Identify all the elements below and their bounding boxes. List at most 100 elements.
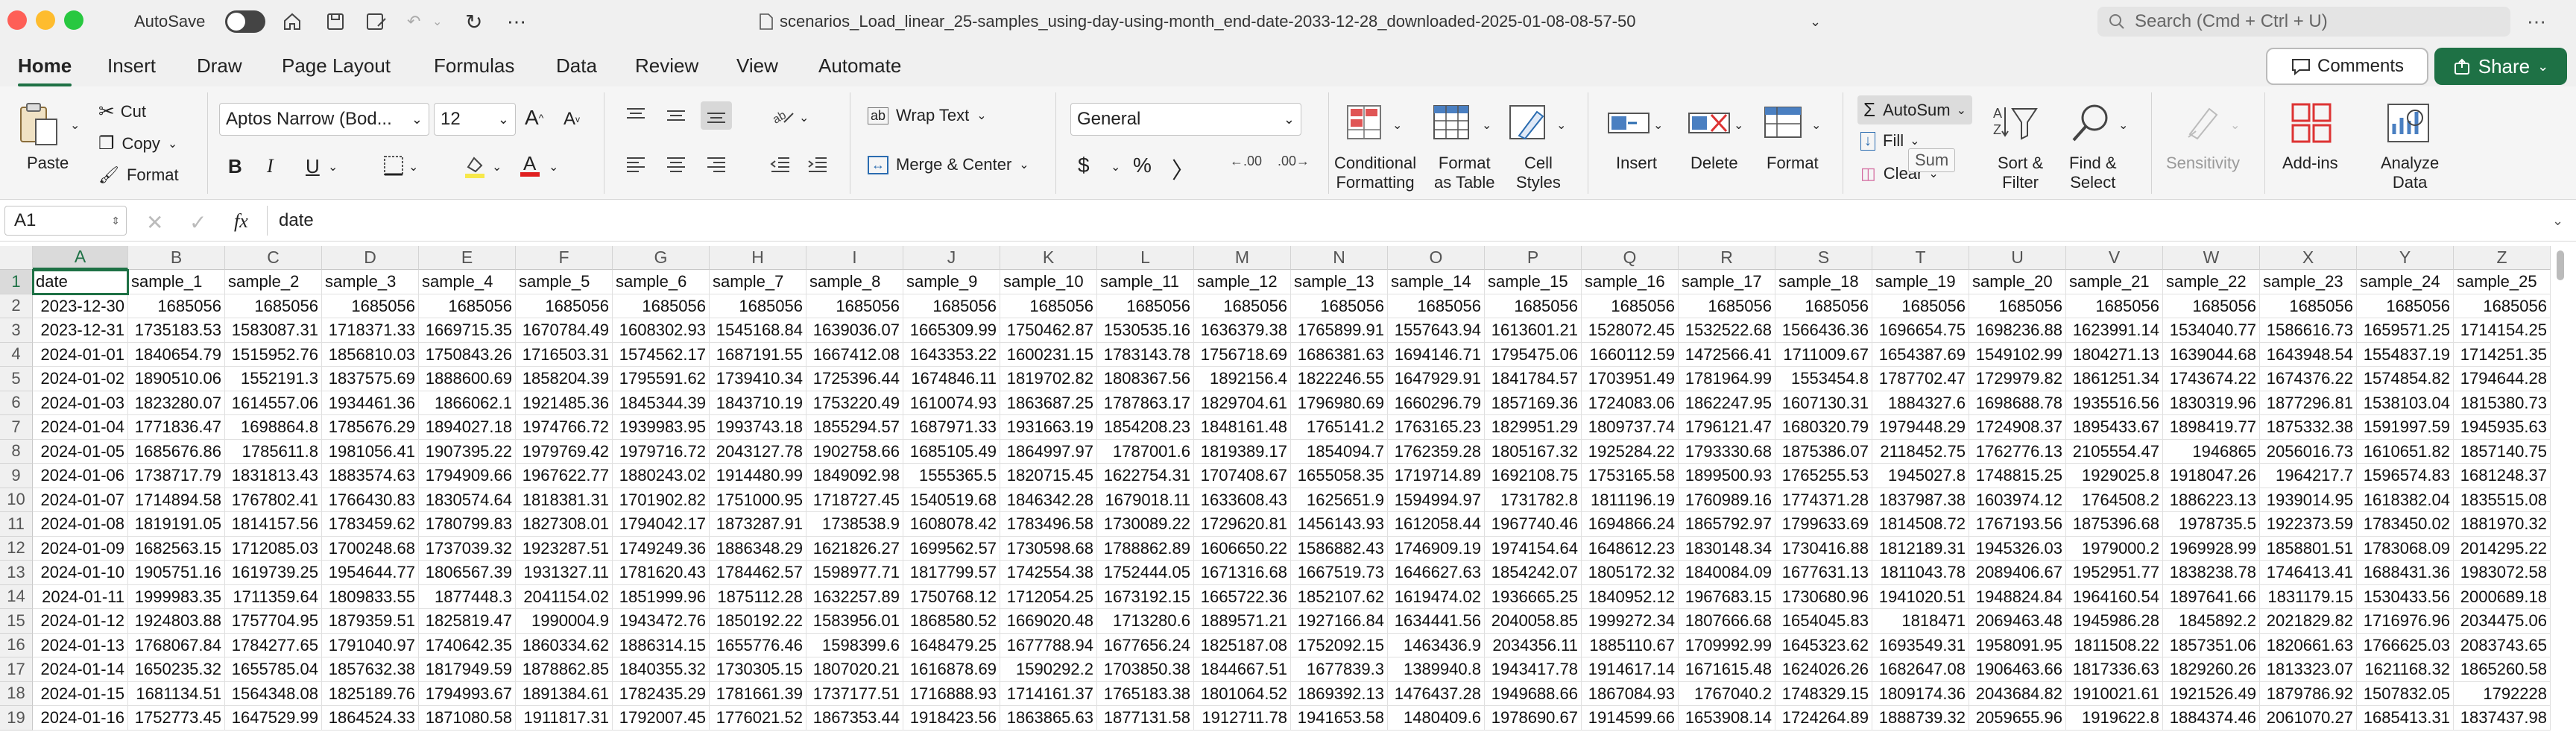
data-cell[interactable]: 1673192.15 <box>1097 584 1194 609</box>
undo-icon[interactable]: ↶ <box>407 0 420 43</box>
row-header[interactable]: 15 <box>0 609 33 634</box>
tab-automate[interactable]: Automate <box>818 52 901 79</box>
row-header[interactable]: 9 <box>0 464 33 488</box>
find-select-button[interactable]: Find & Select <box>2069 154 2117 192</box>
data-cell[interactable]: 1515952.76 <box>225 342 322 367</box>
data-cell[interactable]: 1924803.88 <box>128 609 225 634</box>
data-cell[interactable]: 1792007.45 <box>613 706 710 731</box>
data-cell[interactable]: 1974766.72 <box>516 415 613 440</box>
home-icon[interactable] <box>282 0 303 43</box>
data-cell[interactable]: 1463436.9 <box>1388 633 1485 657</box>
data-cell[interactable]: 1685056 <box>806 294 903 318</box>
data-cell[interactable]: 1809737.74 <box>1582 415 1679 440</box>
data-cell[interactable]: 1730305.15 <box>710 657 806 682</box>
data-cell[interactable]: 1746413.41 <box>2260 561 2357 585</box>
data-cell[interactable]: 1820715.45 <box>1000 464 1097 488</box>
delete-cells-button[interactable]: Delete <box>1690 154 1738 173</box>
column-header-x[interactable]: X <box>2260 246 2357 270</box>
data-cell[interactable]: 1958091.95 <box>1969 633 2066 657</box>
data-cell[interactable]: 1731782.8 <box>1485 488 1582 512</box>
data-cell[interactable]: 1680320.79 <box>1775 415 1872 440</box>
data-cell[interactable]: 1530433.56 <box>2357 584 2454 609</box>
data-cell[interactable]: 1712085.03 <box>225 536 322 561</box>
decrease-decimal-icon[interactable]: .00→ <box>1278 154 1310 169</box>
data-cell[interactable]: 1724083.06 <box>1582 391 1679 415</box>
row-header[interactable]: 5 <box>0 367 33 391</box>
data-cell[interactable]: 1784462.57 <box>710 561 806 585</box>
data-cell[interactable]: 1670784.49 <box>516 318 613 343</box>
sensitivity-dropdown-icon[interactable]: ⌄ <box>2230 118 2240 133</box>
data-cell[interactable]: 1945935.63 <box>2454 415 2551 440</box>
data-cell[interactable]: 1879359.51 <box>322 609 419 634</box>
number-format-select[interactable]: General ⌄ <box>1070 103 1301 136</box>
data-cell[interactable]: 1729979.82 <box>1969 367 2066 391</box>
vertical-scrollbar[interactable] <box>2557 250 2564 280</box>
header-cell[interactable]: sample_3 <box>322 270 419 294</box>
data-cell[interactable]: 1845892.2 <box>2163 609 2260 634</box>
data-cell[interactable]: 1685056 <box>1097 294 1194 318</box>
data-cell[interactable]: 1922373.59 <box>2260 512 2357 537</box>
data-cell[interactable]: 1918423.56 <box>903 706 1000 731</box>
data-cell[interactable]: 1787863.17 <box>1097 391 1194 415</box>
data-cell[interactable]: 1682647.08 <box>1872 657 1969 682</box>
decrease-font-size-icon[interactable]: Av <box>564 109 580 130</box>
data-cell[interactable]: 1952951.77 <box>2066 561 2163 585</box>
data-cell[interactable]: 1685056 <box>1291 294 1388 318</box>
data-cell[interactable]: 1854242.07 <box>1485 561 1582 585</box>
fill-color-dropdown-icon[interactable]: ⌄ <box>492 160 502 174</box>
data-cell[interactable]: 1750768.12 <box>903 584 1000 609</box>
data-cell[interactable]: 1557643.94 <box>1388 318 1485 343</box>
data-cell[interactable]: 1750843.26 <box>419 342 516 367</box>
undo-dropdown-icon[interactable]: ⌄ <box>432 0 442 43</box>
data-cell[interactable]: 1999983.35 <box>128 584 225 609</box>
data-cell[interactable]: 1783143.78 <box>1097 342 1194 367</box>
data-cell[interactable]: 1667519.73 <box>1291 561 1388 585</box>
header-cell[interactable]: sample_8 <box>806 270 903 294</box>
data-cell[interactable]: 1809833.55 <box>322 584 419 609</box>
row-header[interactable]: 2 <box>0 294 33 318</box>
data-cell[interactable]: 1749249.36 <box>613 536 710 561</box>
data-cell[interactable]: 1730598.68 <box>1000 536 1097 561</box>
data-cell[interactable]: 1696654.75 <box>1872 318 1969 343</box>
data-cell[interactable]: 1737039.32 <box>419 536 516 561</box>
data-cell[interactable]: 1806567.39 <box>419 561 516 585</box>
data-cell[interactable]: 1921485.36 <box>516 391 613 415</box>
data-cell[interactable]: 1831813.43 <box>225 464 322 488</box>
underline-button[interactable]: U <box>306 155 320 178</box>
data-cell[interactable]: 1837437.98 <box>2454 706 2551 731</box>
data-cell[interactable]: 1596574.83 <box>2357 464 2454 488</box>
tab-insert[interactable]: Insert <box>107 52 156 79</box>
data-cell[interactable]: 1983072.58 <box>2454 561 2551 585</box>
data-cell[interactable]: 1880243.02 <box>613 464 710 488</box>
data-cell[interactable]: 1787001.6 <box>1097 439 1194 464</box>
underline-dropdown-icon[interactable]: ⌄ <box>328 160 338 174</box>
data-cell[interactable]: 1781661.39 <box>710 681 806 706</box>
column-header-j[interactable]: J <box>903 246 1000 270</box>
data-cell[interactable]: 1919622.8 <box>2066 706 2163 731</box>
row-header[interactable]: 3 <box>0 318 33 343</box>
tab-draw[interactable]: Draw <box>197 52 242 79</box>
data-cell[interactable]: 1862247.95 <box>1679 391 1775 415</box>
data-cell[interactable]: 1954644.77 <box>322 561 419 585</box>
header-cell[interactable]: sample_16 <box>1582 270 1679 294</box>
data-cell[interactable]: 1718727.45 <box>806 488 903 512</box>
data-cell[interactable]: 1591997.59 <box>2357 415 2454 440</box>
column-header-e[interactable]: E <box>419 246 516 270</box>
more-options-icon[interactable]: ⋯ <box>507 0 526 43</box>
data-cell[interactable]: 1725396.44 <box>806 367 903 391</box>
data-cell[interactable]: 1767040.2 <box>1679 681 1775 706</box>
data-cell[interactable]: 1646627.63 <box>1388 561 1485 585</box>
data-cell[interactable]: 1813323.07 <box>2260 657 2357 682</box>
data-cell[interactable]: 1552191.3 <box>225 367 322 391</box>
select-all-corner[interactable] <box>0 246 33 270</box>
format-as-table-button[interactable]: Format as Table <box>1434 154 1495 192</box>
data-cell[interactable]: 1860334.62 <box>516 633 613 657</box>
data-cell[interactable]: 1540519.68 <box>903 488 1000 512</box>
data-cell[interactable]: 2040058.85 <box>1485 609 1582 634</box>
data-cell[interactable]: 1687191.55 <box>710 342 806 367</box>
data-cell[interactable]: 2023-12-31 <box>33 318 128 343</box>
header-cell[interactable]: sample_13 <box>1291 270 1388 294</box>
row-header[interactable]: 1 <box>0 270 33 294</box>
data-cell[interactable]: 1817799.57 <box>903 561 1000 585</box>
data-cell[interactable]: 1877296.81 <box>2260 391 2357 415</box>
